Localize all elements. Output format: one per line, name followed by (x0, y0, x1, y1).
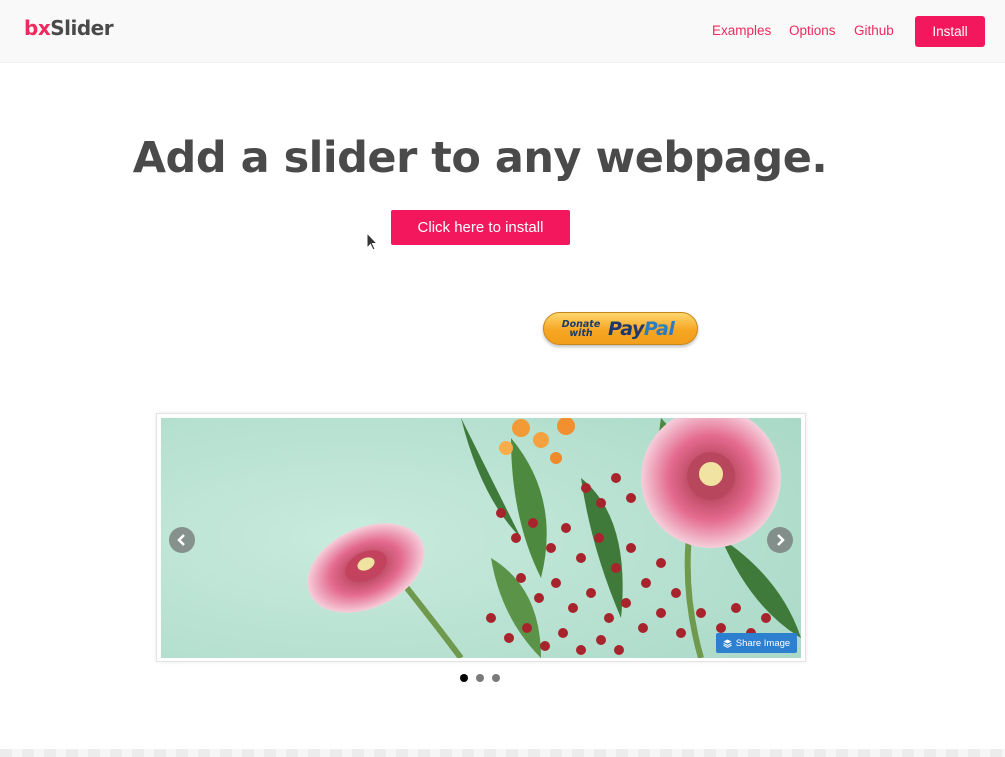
slider-pager (460, 674, 500, 682)
chevron-right-icon (777, 534, 785, 546)
logo-bx-text: bx (24, 16, 51, 40)
slide-image-flowers: Share Image (161, 418, 801, 658)
paypal-logo-pay: Pay (608, 317, 644, 340)
slider-prev-button[interactable] (169, 527, 195, 553)
pager-dot-1[interactable] (460, 674, 468, 682)
layers-icon (723, 639, 732, 648)
nav-link-examples[interactable]: Examples (712, 23, 771, 38)
paypal-donate-button[interactable]: Donate with PayPal (543, 312, 698, 345)
top-navbar: bxSlider Examples Options Github Install (0, 0, 1005, 63)
chevron-left-icon (177, 534, 185, 546)
pager-dot-3[interactable] (492, 674, 500, 682)
nav-install-button[interactable]: Install (915, 16, 985, 47)
footer-pattern-strip (0, 749, 1005, 757)
flowers-illustration (161, 418, 801, 658)
share-image-label: Share Image (735, 637, 791, 649)
share-image-button[interactable]: Share Image (716, 633, 797, 653)
logo-slider-text: Slider (50, 16, 114, 40)
hero-title: Add a slider to any webpage. (132, 133, 828, 183)
image-slider: Share Image (156, 413, 806, 662)
paypal-donate-text: Donate with (558, 319, 604, 339)
site-logo[interactable]: bxSlider (24, 16, 114, 40)
nav-link-github[interactable]: Github (854, 23, 894, 38)
click-to-install-button[interactable]: Click here to install (391, 210, 570, 245)
pager-dot-2[interactable] (476, 674, 484, 682)
slider-next-button[interactable] (767, 527, 793, 553)
paypal-logo-pal: Pal (643, 317, 675, 340)
mouse-cursor-icon (366, 232, 379, 251)
nav-link-options[interactable]: Options (789, 23, 836, 38)
paypal-logo: PayPal (608, 317, 675, 340)
paypal-donate-line2: with (569, 327, 593, 339)
